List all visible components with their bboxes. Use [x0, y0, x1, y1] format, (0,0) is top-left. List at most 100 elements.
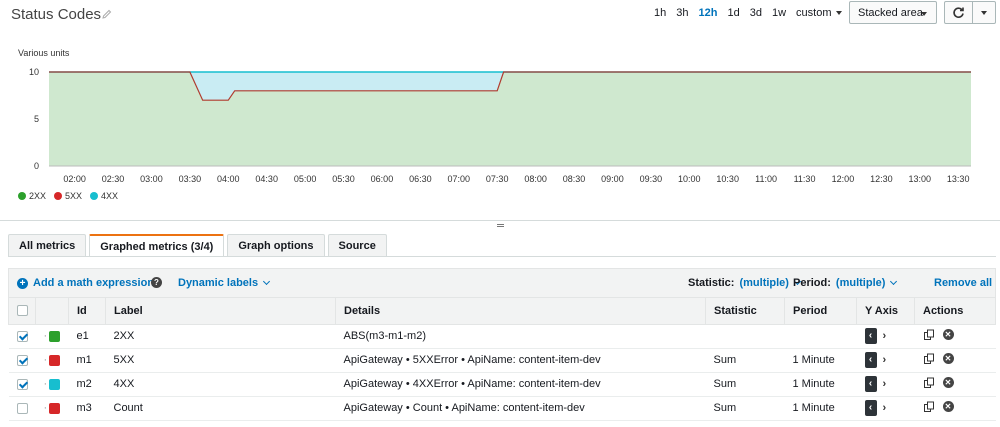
- header-actions: Actions: [914, 298, 996, 325]
- refresh-button[interactable]: [945, 2, 973, 23]
- x-tick-label: 07:00: [448, 174, 471, 184]
- row-id[interactable]: m1: [68, 348, 106, 373]
- y-axis-right-button[interactable]: ›: [883, 354, 887, 366]
- pencil-icon[interactable]: [101, 8, 113, 20]
- refresh-options-button[interactable]: [973, 2, 995, 23]
- y-axis-left-button[interactable]: ‹: [864, 352, 877, 368]
- tab-graph-options[interactable]: Graph options: [227, 234, 325, 256]
- duplicate-icon[interactable]: [923, 329, 935, 341]
- metrics-tabs: All metrics Graphed metrics (3/4) Graph …: [8, 234, 387, 257]
- row-details[interactable]: ApiGateway • Count • ApiName: content-it…: [335, 396, 706, 421]
- row-statistic[interactable]: Sum: [705, 396, 785, 421]
- legend-item-2xx[interactable]: 2XX: [18, 191, 46, 201]
- range-custom[interactable]: custom: [796, 7, 842, 19]
- row-details[interactable]: ApiGateway • 5XXError • ApiName: content…: [335, 348, 706, 373]
- row-color-cell: ·: [35, 324, 69, 349]
- row-statistic[interactable]: [705, 324, 785, 349]
- table-row[interactable]: · m3 Count ApiGateway • Count • ApiName: co…: [8, 396, 996, 421]
- tab-all-metrics[interactable]: All metrics: [8, 234, 87, 256]
- duplicate-icon[interactable]: [923, 377, 935, 389]
- y-axis-right-button[interactable]: ›: [883, 330, 887, 342]
- row-label[interactable]: 4XX: [105, 372, 336, 397]
- row-label[interactable]: Count: [105, 396, 336, 421]
- duplicate-icon[interactable]: [923, 353, 935, 365]
- tab-underline: [8, 256, 996, 257]
- row-id[interactable]: e1: [68, 324, 106, 349]
- row-period[interactable]: 1 Minute: [784, 348, 857, 373]
- row-checkbox[interactable]: [16, 378, 28, 390]
- remove-icon[interactable]: ✕: [942, 329, 954, 340]
- row-details[interactable]: ABS(m3-m1-m2): [335, 324, 706, 349]
- statistic-selector[interactable]: Statistic: (multiple): [688, 277, 802, 289]
- x-tick-label: 06:00: [371, 174, 394, 184]
- row-period[interactable]: [784, 324, 857, 349]
- row-details[interactable]: ApiGateway • 4XXError • ApiName: content…: [335, 372, 706, 397]
- row-checkbox[interactable]: [16, 330, 28, 342]
- range-3d[interactable]: 3d: [750, 7, 762, 19]
- chevron-down-icon: [835, 11, 842, 16]
- range-1h[interactable]: 1h: [654, 7, 666, 19]
- row-label[interactable]: 2XX: [105, 324, 336, 349]
- row-statistic[interactable]: Sum: [705, 372, 785, 397]
- table-row[interactable]: · m1 5XX ApiGateway • 5XXError • ApiName: c…: [8, 348, 996, 373]
- y-axis-left-button[interactable]: ‹: [864, 376, 877, 392]
- color-swatch[interactable]: [49, 378, 61, 390]
- row-checkbox[interactable]: [16, 402, 28, 414]
- x-tick-label: 10:30: [716, 174, 739, 184]
- remove-all-button[interactable]: Remove all: [934, 277, 992, 289]
- help-icon[interactable]: ?: [151, 277, 162, 288]
- chart-type-label: Stacked area: [858, 7, 923, 19]
- table-row[interactable]: · e1 2XX ABS(m3-m1-m2) ‹ › ✕: [8, 324, 996, 349]
- resize-handle[interactable]: [497, 224, 504, 227]
- row-actions: ✕: [914, 348, 996, 373]
- remove-icon[interactable]: ✕: [942, 377, 954, 388]
- row-id[interactable]: m3: [68, 396, 106, 421]
- legend-item-5xx[interactable]: 5XX: [54, 191, 82, 201]
- table-row[interactable]: · m2 4XX ApiGateway • 4XXError • ApiName: c…: [8, 372, 996, 397]
- header-details[interactable]: Details: [335, 298, 706, 325]
- header-statistic[interactable]: Statistic: [705, 298, 785, 325]
- chevron-down-icon: [921, 12, 927, 16]
- tab-source[interactable]: Source: [327, 234, 387, 256]
- dynamic-labels-dropdown[interactable]: Dynamic labels: [178, 277, 271, 289]
- row-label[interactable]: 5XX: [105, 348, 336, 373]
- range-1w[interactable]: 1w: [772, 7, 786, 19]
- color-header: [35, 298, 69, 325]
- header-id[interactable]: Id: [68, 298, 106, 325]
- tab-graphed-metrics[interactable]: Graphed metrics (3/4): [89, 234, 225, 257]
- header-y-axis[interactable]: Y Axis: [856, 298, 915, 325]
- chart-type-dropdown[interactable]: Stacked area: [849, 1, 937, 24]
- legend-item-4xx[interactable]: 4XX: [90, 191, 118, 201]
- row-checkbox[interactable]: [16, 354, 28, 366]
- row-statistic[interactable]: Sum: [705, 348, 785, 373]
- panel-divider: [0, 220, 1000, 221]
- remove-icon[interactable]: ✕: [942, 353, 954, 364]
- header-period[interactable]: Period: [784, 298, 857, 325]
- duplicate-icon[interactable]: [923, 401, 935, 413]
- y-axis-left-button[interactable]: ‹: [864, 400, 877, 416]
- range-3h[interactable]: 3h: [676, 7, 688, 19]
- cloudwatch-widget: Status Codes 1h 3h 12h 1d 3d 1w custom S…: [0, 0, 1000, 427]
- range-12h[interactable]: 12h: [699, 7, 718, 19]
- row-period[interactable]: 1 Minute: [784, 372, 857, 397]
- widget-title: Status Codes: [11, 6, 102, 23]
- y-axis-left-button[interactable]: ‹: [864, 328, 877, 344]
- y-axis-right-button[interactable]: ›: [883, 378, 887, 390]
- y-axis-right-button[interactable]: ›: [883, 402, 887, 414]
- color-swatch[interactable]: [49, 402, 61, 414]
- x-tick-label: 13:30: [947, 174, 970, 184]
- refresh-button-group: [944, 1, 996, 24]
- row-select-cell: [8, 372, 36, 397]
- x-tick-label: 12:00: [832, 174, 855, 184]
- add-math-expression-button[interactable]: + Add a math expression: [17, 277, 154, 289]
- select-all-checkbox[interactable]: [16, 305, 28, 317]
- row-id[interactable]: m2: [68, 372, 106, 397]
- row-actions: ✕: [914, 324, 996, 349]
- period-selector[interactable]: Period: (multiple): [793, 277, 898, 289]
- color-swatch[interactable]: [49, 330, 61, 342]
- row-period[interactable]: 1 Minute: [784, 396, 857, 421]
- header-label[interactable]: Label: [105, 298, 336, 325]
- range-1d[interactable]: 1d: [727, 7, 739, 19]
- color-swatch[interactable]: [49, 354, 61, 366]
- remove-icon[interactable]: ✕: [942, 401, 954, 412]
